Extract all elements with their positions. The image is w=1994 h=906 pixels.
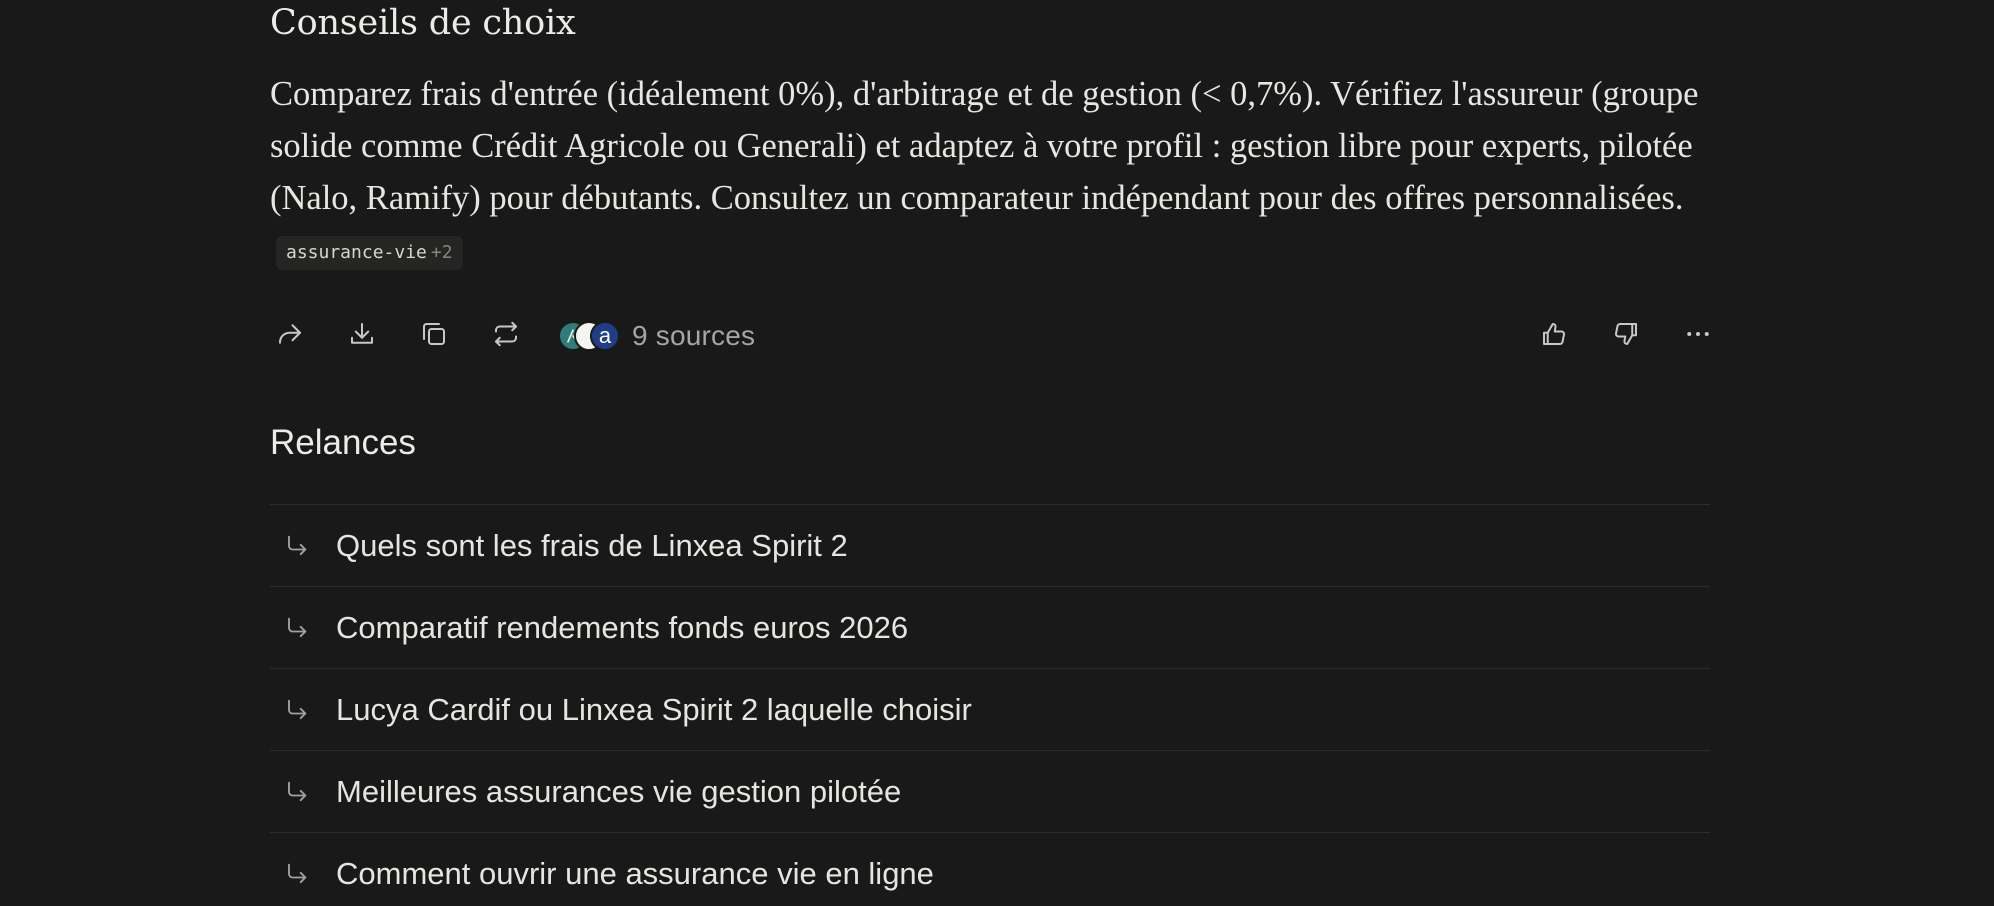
reply-arrow-icon xyxy=(270,696,336,724)
more-icon xyxy=(1683,319,1713,354)
tag-chip[interactable]: assurance-vie +2 xyxy=(276,236,463,270)
related-item-label: Comparatif rendements fonds euros 2026 xyxy=(336,609,909,645)
download-button[interactable] xyxy=(342,316,382,356)
related-item-label: Quels sont les frais de Linxea Spirit 2 xyxy=(336,527,848,563)
related-item[interactable]: Meilleures assurances vie gestion piloté… xyxy=(270,750,1710,832)
copy-icon xyxy=(419,319,449,354)
thumbs-up-icon xyxy=(1539,319,1569,354)
reply-arrow-icon xyxy=(270,860,336,888)
answer-paragraph: Comparez frais d'entrée (idéalement 0%),… xyxy=(270,68,1710,276)
related-item[interactable]: Quels sont les frais de Linxea Spirit 2 xyxy=(270,504,1710,586)
tag-label: assurance-vie xyxy=(286,242,427,263)
section-heading: Conseils de choix xyxy=(270,3,576,43)
download-icon xyxy=(347,319,377,354)
rewrite-icon xyxy=(491,319,521,354)
answer-actions-bar: a 9 sources xyxy=(270,310,1710,362)
share-icon xyxy=(275,319,305,354)
sources-button[interactable]: a 9 sources xyxy=(558,318,755,354)
source-favicon-3: a xyxy=(590,321,620,351)
related-item[interactable]: Comparatif rendements fonds euros 2026 xyxy=(270,586,1710,668)
more-options-button[interactable] xyxy=(1678,316,1718,356)
reply-arrow-icon xyxy=(270,614,336,642)
share-button[interactable] xyxy=(270,316,310,356)
reply-arrow-icon xyxy=(270,532,336,560)
related-item-label: Lucya Cardif ou Linxea Spirit 2 laquelle… xyxy=(336,691,972,727)
answer-container: Conseils de choix Comparez frais d'entré… xyxy=(270,0,1710,891)
reply-arrow-icon xyxy=(270,778,336,806)
related-list: Quels sont les frais de Linxea Spirit 2 … xyxy=(270,504,1710,906)
related-item[interactable]: Comment ouvrir une assurance vie en lign… xyxy=(270,832,1710,906)
source-favicons: a xyxy=(558,320,624,352)
related-item[interactable]: Lucya Cardif ou Linxea Spirit 2 laquelle… xyxy=(270,668,1710,750)
thumbs-down-button[interactable] xyxy=(1606,316,1646,356)
answer-paragraph-text: Comparez frais d'entrée (idéalement 0%),… xyxy=(270,75,1699,217)
thumbs-up-button[interactable] xyxy=(1534,316,1574,356)
related-item-label: Comment ouvrir une assurance vie en lign… xyxy=(336,855,934,891)
copy-button[interactable] xyxy=(414,316,454,356)
thumbs-down-icon xyxy=(1611,319,1641,354)
related-heading: Relances xyxy=(270,423,416,462)
tag-more-count: +2 xyxy=(430,242,453,263)
related-item-label: Meilleures assurances vie gestion piloté… xyxy=(336,773,902,809)
rewrite-button[interactable] xyxy=(486,316,526,356)
sources-label: 9 sources xyxy=(632,320,756,351)
